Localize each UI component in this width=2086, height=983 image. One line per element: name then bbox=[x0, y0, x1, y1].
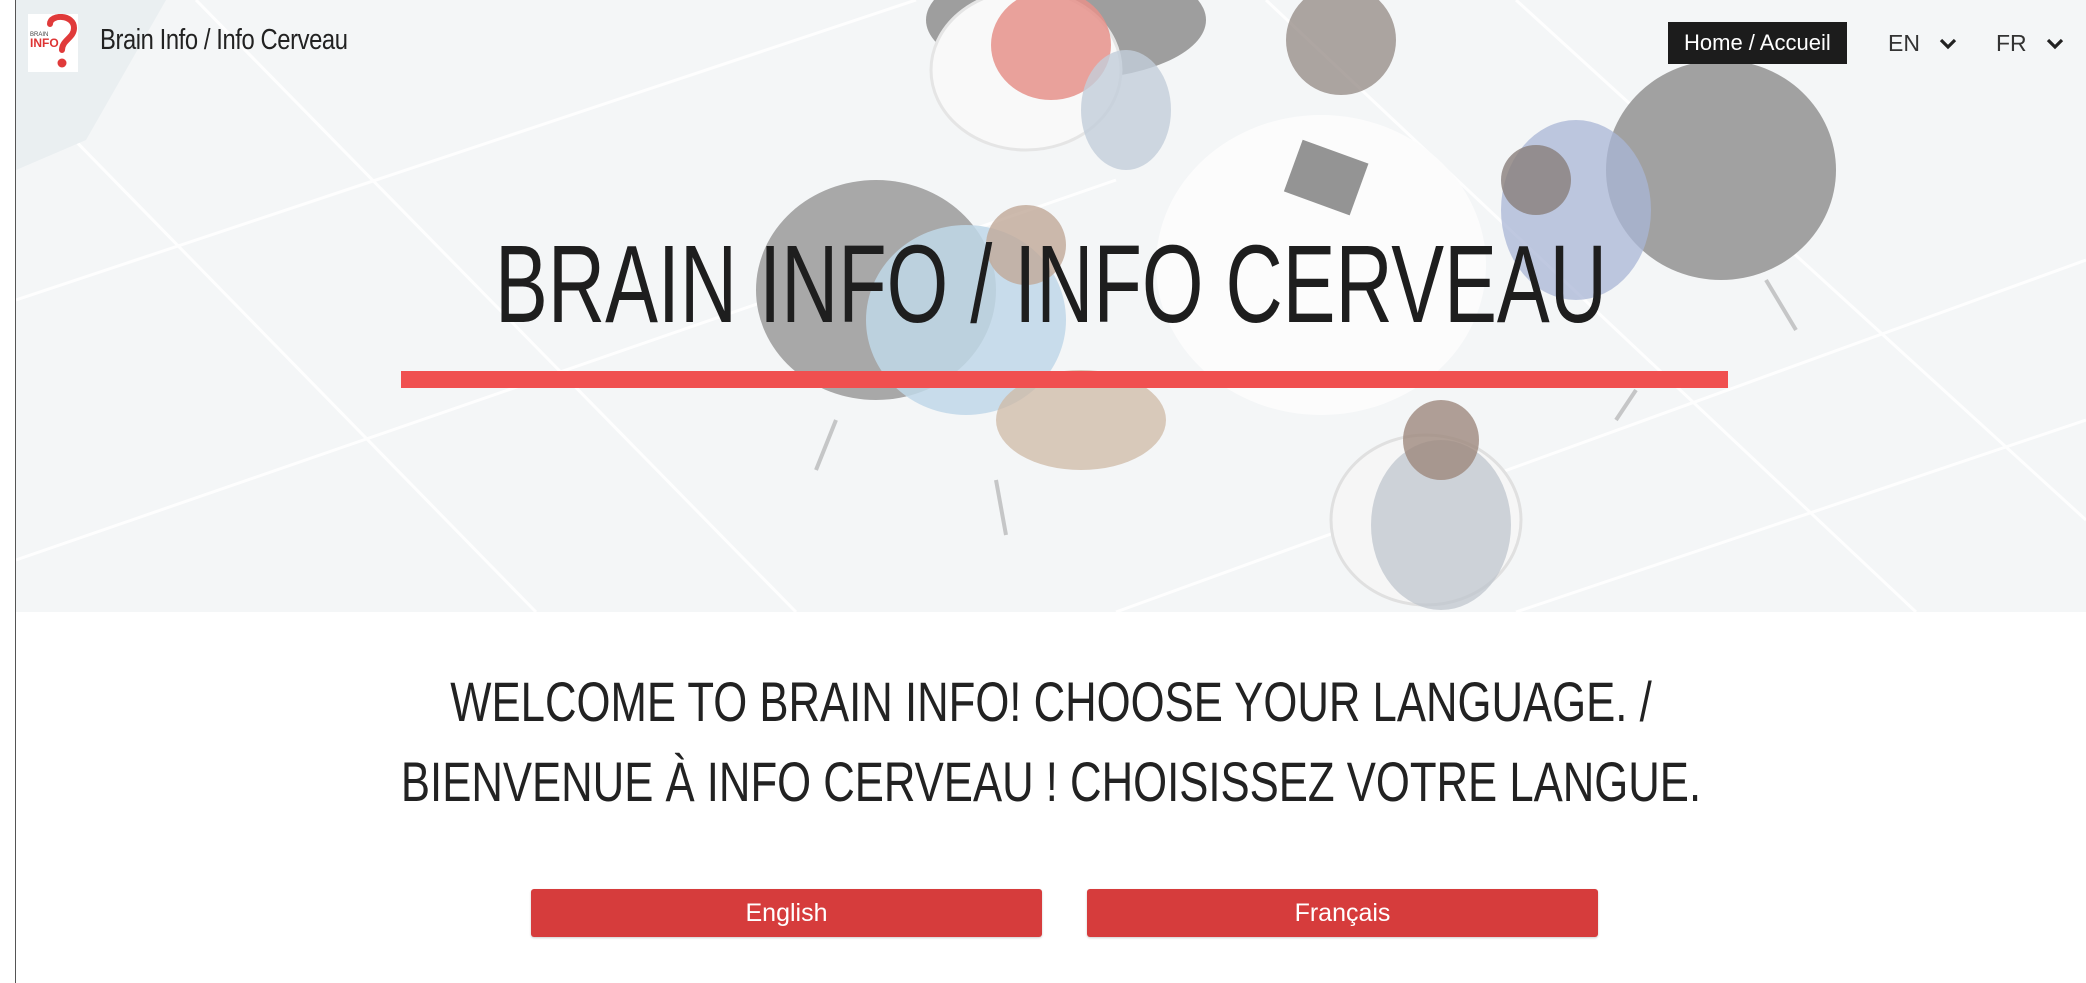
hero-title: BRAIN INFO / INFO CERVEAU bbox=[495, 223, 1607, 346]
site-brand-title[interactable]: Brain Info / Info Cerveau bbox=[100, 24, 348, 57]
language-dropdown-en[interactable]: EN bbox=[1888, 24, 1958, 62]
hero-title-block: BRAIN INFO / INFO CERVEAU bbox=[16, 224, 2086, 345]
svg-text:INFO: INFO bbox=[30, 36, 59, 50]
brain-info-logo-icon[interactable]: BRAIN INFO bbox=[28, 14, 78, 72]
francais-button[interactable]: Français bbox=[1087, 889, 1598, 937]
language-dropdown-fr[interactable]: FR bbox=[1996, 24, 2065, 62]
language-fr-label: FR bbox=[1996, 30, 2027, 56]
english-button[interactable]: English bbox=[531, 889, 1042, 937]
top-navbar: BRAIN INFO Brain Info / Info Cerveau Hom… bbox=[16, 0, 2086, 88]
welcome-line-english: WELCOME TO BRAIN INFO! CHOOSE YOUR LANGU… bbox=[450, 670, 1652, 733]
chevron-down-icon bbox=[2046, 38, 2063, 50]
hero-title-underline bbox=[401, 371, 1728, 388]
home-accueil-button[interactable]: Home / Accueil bbox=[1668, 22, 1847, 64]
chevron-down-icon bbox=[1939, 38, 1957, 50]
language-en-label: EN bbox=[1888, 30, 1920, 56]
welcome-message: WELCOME TO BRAIN INFO! CHOOSE YOUR LANGU… bbox=[16, 662, 2086, 822]
welcome-line-french: BIENVENUE À INFO CERVEAU ! CHOISISSEZ VO… bbox=[400, 750, 1702, 813]
